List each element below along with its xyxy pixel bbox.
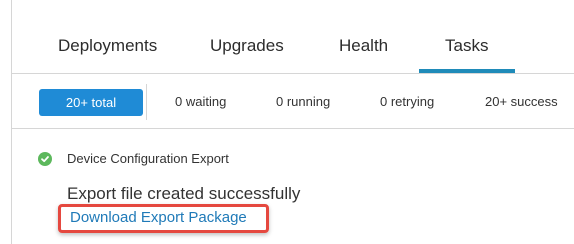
task-manager-panel: Deployments Upgrades Health Tasks 20+ to… <box>0 0 574 244</box>
filter-retrying[interactable]: 0 retrying <box>380 94 434 109</box>
tab-health[interactable]: Health <box>339 36 388 56</box>
tab-bar: Deployments Upgrades Health Tasks <box>0 0 574 73</box>
filter-waiting[interactable]: 0 waiting <box>175 94 226 109</box>
filter-separator <box>146 84 147 120</box>
filter-running[interactable]: 0 running <box>276 94 330 109</box>
download-export-package-link[interactable]: Download Export Package <box>70 209 247 226</box>
filter-total-chip[interactable]: 20+ total <box>39 89 143 116</box>
tab-tasks[interactable]: Tasks <box>445 36 488 56</box>
tab-upgrades[interactable]: Upgrades <box>210 36 284 56</box>
tab-deployments[interactable]: Deployments <box>58 36 157 56</box>
task-title: Device Configuration Export <box>67 151 229 166</box>
task-filter-bar: 20+ total 0 waiting 0 running 0 retrying… <box>12 74 574 128</box>
task-message: Export file created successfully <box>67 184 301 203</box>
task-item: Device Configuration Export Export file … <box>0 129 574 244</box>
check-circle-icon <box>38 152 52 166</box>
filter-success[interactable]: 20+ success <box>485 94 558 109</box>
